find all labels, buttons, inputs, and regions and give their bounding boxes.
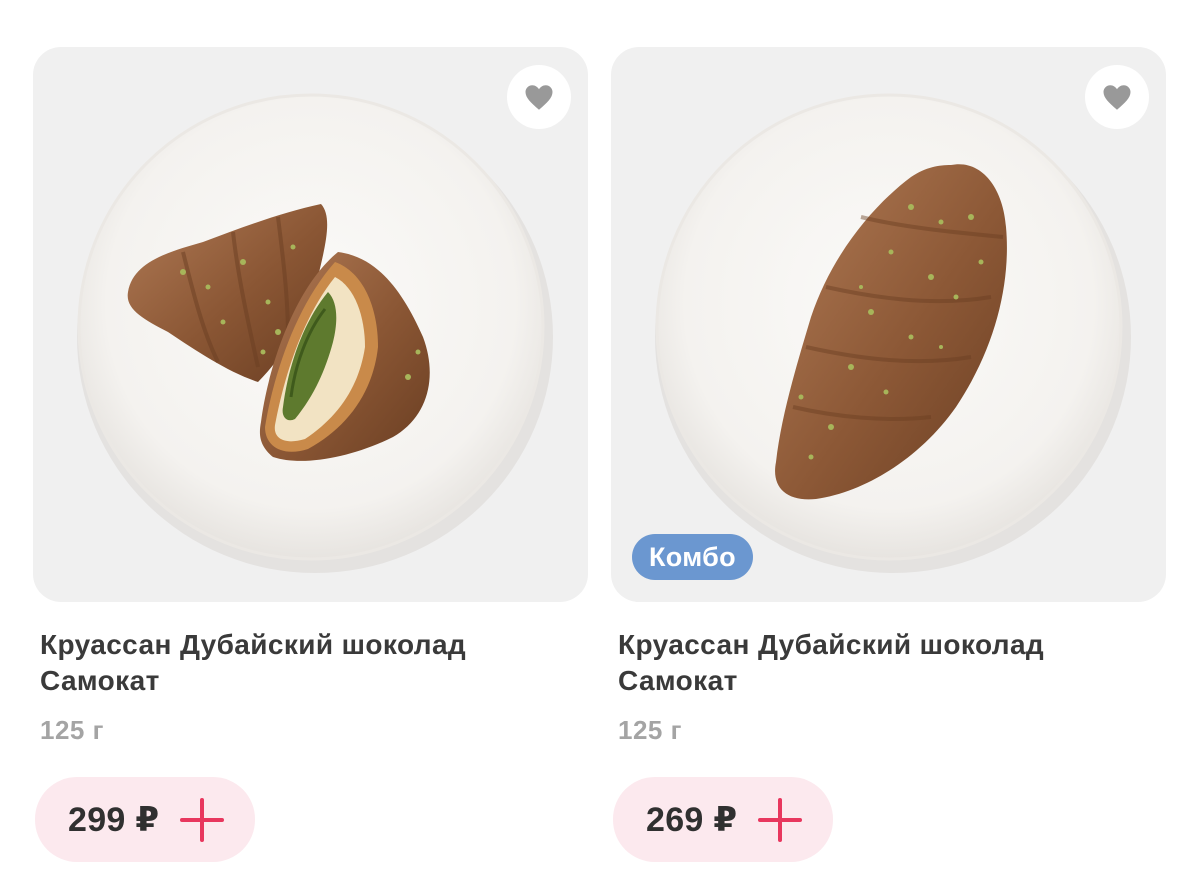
croissant-whole-photo xyxy=(655,93,1131,573)
heart-icon xyxy=(525,84,553,110)
plus-icon xyxy=(758,797,803,842)
heart-icon xyxy=(1103,84,1131,110)
combo-badge: Комбо xyxy=(632,534,753,580)
favorite-button[interactable] xyxy=(507,65,571,129)
product-price: 299 ₽ xyxy=(68,800,160,839)
product-title[interactable]: Круассан Дубайский шоколад Самокат xyxy=(40,627,560,699)
product-image[interactable]: Комбо xyxy=(611,47,1166,602)
product-price: 269 ₽ xyxy=(646,800,738,839)
product-card[interactable]: Комбо Круассан Дубайский шоколад Самокат… xyxy=(611,47,1166,862)
add-to-cart-button[interactable]: 269 ₽ xyxy=(613,777,833,862)
product-card[interactable]: Круассан Дубайский шоколад Самокат 125 г… xyxy=(33,47,588,862)
product-image[interactable] xyxy=(33,47,588,602)
product-weight: 125 г xyxy=(40,715,104,745)
add-to-cart-button[interactable]: 299 ₽ xyxy=(35,777,255,862)
favorite-button[interactable] xyxy=(1085,65,1149,129)
plus-icon xyxy=(180,797,225,842)
product-weight: 125 г xyxy=(618,715,682,745)
product-title[interactable]: Круассан Дубайский шоколад Самокат xyxy=(618,627,1138,699)
croissant-cut-photo xyxy=(77,93,553,573)
